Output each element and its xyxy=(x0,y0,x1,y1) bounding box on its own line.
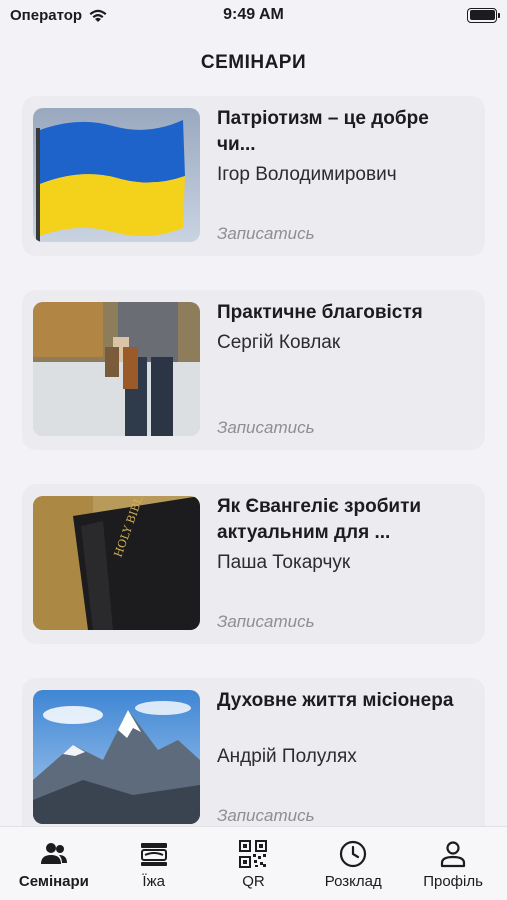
battery-icon xyxy=(467,7,500,23)
tab-label: Семінари xyxy=(18,873,89,890)
signup-button[interactable]: Записатись xyxy=(217,806,315,826)
ukraine-flag-image xyxy=(33,108,200,242)
seminar-title: Як Євангеліє зробити актуальним для ... xyxy=(217,496,422,543)
wifi-icon xyxy=(89,9,107,22)
status-left: Оператор xyxy=(10,7,190,24)
seminar-card[interactable]: HOLY BIBLE Як Євангеліє зробити актуальн… xyxy=(22,484,485,644)
signup-button[interactable]: Записатись xyxy=(217,224,315,244)
page-title: СЕМІНАРИ xyxy=(200,52,307,73)
clock-icon xyxy=(340,840,367,868)
seminar-card[interactable]: Практичне благовістя Сергій Ковлак Запис… xyxy=(22,290,485,450)
seminar-author: Сергій Ковлак xyxy=(217,332,341,353)
seminar-card[interactable]: Патріотизм – це добре чи... Ігор Володим… xyxy=(22,96,485,256)
tab-bar: Семінари Їжа QR Розклад Профіль xyxy=(0,826,507,900)
signup-button[interactable]: Записатись xyxy=(217,418,315,438)
tab-label: Розклад xyxy=(324,873,382,890)
man-with-book-image xyxy=(33,302,200,436)
status-bar: Оператор 9:49 AM xyxy=(0,0,507,30)
tab-label: QR xyxy=(242,873,265,890)
qr-code-icon xyxy=(239,840,268,868)
mountain-image xyxy=(33,690,200,824)
seminar-list[interactable]: Патріотизм – це добре чи... Ігор Володим… xyxy=(0,96,507,826)
battery-fill xyxy=(469,10,495,20)
tab-food[interactable]: Їжа xyxy=(106,827,202,900)
holy-bible-image: HOLY BIBLE xyxy=(33,496,200,630)
seminar-title: Духовне життя місіонера xyxy=(217,690,454,711)
seminar-title: Патріотизм – це добре чи... xyxy=(217,108,429,155)
food-icon xyxy=(140,843,167,866)
tab-profile[interactable]: Профіль xyxy=(405,827,501,900)
signup-button[interactable]: Записатись xyxy=(217,612,315,632)
seminar-author: Андрій Полулях xyxy=(217,746,357,767)
tab-seminars[interactable]: Семінари xyxy=(6,827,102,900)
tab-label: Профіль xyxy=(423,873,483,890)
tab-schedule[interactable]: Розклад xyxy=(305,827,401,900)
seminar-author: Паша Токарчук xyxy=(217,552,351,573)
seminar-author: Ігор Володимирович xyxy=(217,164,397,185)
seminar-card[interactable]: Духовне життя місіонера Андрій Полулях З… xyxy=(22,678,485,826)
people-icon xyxy=(40,843,67,864)
tab-label: Їжа xyxy=(142,873,165,890)
status-time: 9:49 AM xyxy=(223,6,284,23)
seminar-title: Практичне благовістя xyxy=(217,302,423,323)
tab-qr[interactable]: QR xyxy=(205,827,301,900)
status-right xyxy=(317,7,500,23)
carrier-label: Оператор xyxy=(10,6,83,24)
person-icon xyxy=(440,841,466,868)
